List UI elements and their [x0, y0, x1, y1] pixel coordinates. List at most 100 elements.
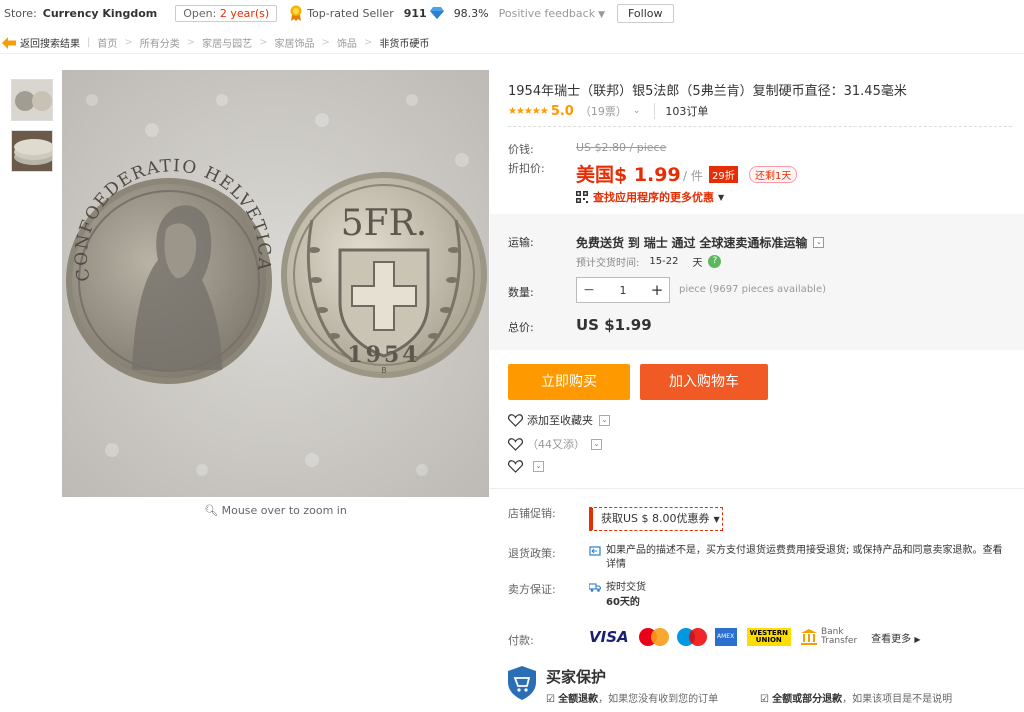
breadcrumb-item-all-categories[interactable]: 所有分类: [140, 35, 180, 50]
western-union-logo-icon: WESTERN UNION: [746, 628, 791, 646]
magnifier-icon: 🔍︎: [204, 504, 219, 517]
days-left-badge: 还剩1天: [749, 166, 798, 183]
right-coin-denomination: 5FR.: [341, 203, 427, 244]
quantity-increase-button[interactable]: +: [645, 281, 669, 299]
available-pieces: piece (9697 pieces available): [679, 284, 826, 295]
bank-transfer-logo-icon: Bank Transfer: [800, 628, 857, 646]
original-price: US $2.80 / piece: [576, 141, 667, 154]
thumbnail-image: [12, 131, 52, 171]
free-shipping-text: 免费送货: [576, 236, 625, 250]
zoom-hint-text: Mouse over to zoom in: [221, 504, 347, 517]
breadcrumb-item-home-decor[interactable]: 家居饰品: [275, 35, 315, 50]
truck-icon: [589, 583, 601, 592]
protection-item2-text: ，如果该项目是不是说明: [842, 694, 953, 705]
store-promo-label: 店铺促销:: [508, 507, 556, 520]
diamond-icon: [429, 7, 444, 19]
view-more-payments-link[interactable]: 查看更多 ▶: [871, 630, 920, 645]
payment-methods: VISA AMEX WESTERN UNION Bank Transfer 查看更多…: [589, 628, 921, 646]
help-icon[interactable]: ?: [708, 255, 722, 268]
quantity-label: 数量:: [508, 286, 534, 299]
positive-feedback-dropdown[interactable]: Positive feedback ▼: [499, 7, 605, 20]
store-name-link[interactable]: Currency Kingdom: [43, 7, 157, 20]
visa-logo-icon: VISA: [589, 628, 629, 646]
protection-item1-text: ，如果您没有收到您的订单: [598, 694, 719, 705]
chevron-down-icon[interactable]: ⌄: [533, 461, 544, 472]
wishlist-count-row[interactable]: （44又添） ⌄: [508, 436, 602, 452]
seller-guarantee-label: 卖方保证:: [508, 583, 556, 596]
right-coin-year: 1954: [347, 342, 420, 368]
store-open-badge: Open: 2 year(s): [175, 4, 278, 22]
wishlist-count: （44又添）: [527, 438, 585, 451]
coupon-label: 获取US $ 8.00优惠券: [601, 512, 710, 525]
chevron-down-icon[interactable]: ⌄: [599, 414, 610, 426]
amex-logo-icon: AMEX: [714, 628, 737, 646]
quantity-decrease-button[interactable]: −: [577, 282, 601, 298]
chevron-down-icon[interactable]: ⌄: [591, 438, 602, 450]
protection-item-full-refund: ☑ 全额退款，如果您没有收到您的订单: [546, 690, 718, 705]
quantity-input[interactable]: 1: [601, 284, 645, 297]
follow-button[interactable]: Follow: [617, 3, 674, 23]
open-years: 2 year(s): [219, 6, 270, 20]
breadcrumb-item-home-garden[interactable]: 家居与园艺: [202, 35, 252, 50]
heart-icon: [508, 413, 523, 427]
breadcrumb-item-home[interactable]: 首页: [97, 35, 117, 50]
rating-row: ★★★★★ 5.0 （19票） ⌄ 103订单: [508, 103, 708, 119]
breadcrumb: 返回搜索结果 | 首页 > 所有分类 > 家居与园艺 > 家居饰品 > 饰品 > 非货币硬…: [0, 32, 1024, 54]
shipping-label: 运输:: [508, 236, 534, 249]
add-to-wishlist[interactable]: 添加至收藏夹 ⌄: [508, 412, 610, 428]
quantity-stepper: − 1 +: [576, 277, 670, 303]
maestro-logo-icon: [676, 628, 707, 646]
discount-price: 美国$ 1.99: [576, 164, 681, 186]
store-label: Store:: [4, 6, 37, 20]
product-main-image[interactable]: CONFOEDERATIO HELVETICA 5FR. 1954 B: [62, 70, 489, 497]
total-price: US $1.99: [576, 316, 652, 334]
thumbnail-image: [12, 80, 52, 120]
app-deals-label: 查找应用程序的更多优惠: [593, 191, 714, 204]
thumbnail-coins-front[interactable]: [11, 79, 53, 121]
divider: [508, 126, 1012, 127]
wishlist-extra-row[interactable]: ⌄: [508, 460, 544, 473]
app-deals-dropdown[interactable]: 查找应用程序的更多优惠 ▼: [576, 189, 724, 205]
view-more-label: 查看更多: [871, 633, 912, 645]
coin-photo: CONFOEDERATIO HELVETICA 5FR. 1954 B: [62, 70, 489, 497]
thumbnail-coins-stack[interactable]: [11, 130, 53, 172]
price-label: 价钱:: [508, 143, 534, 156]
chevron-down-icon: ▼: [598, 9, 605, 20]
add-to-cart-button[interactable]: 加入购物车: [640, 364, 768, 400]
divider: [490, 488, 1024, 489]
breadcrumb-current: 非货币硬币: [379, 39, 430, 50]
seller-guarantee: 按时交货 60天的: [589, 580, 646, 610]
heart-plus-icon: [508, 437, 523, 451]
bank-icon: [800, 629, 817, 645]
chevron-down-icon[interactable]: ⌄: [813, 237, 825, 248]
return-policy: 如果产品的描述不是，买方支付退货运费费用接受退货; 或保持产品和同意卖家退款。查…: [589, 544, 1009, 572]
payment-label: 付款:: [508, 634, 534, 647]
add-wishlist-label: 添加至收藏夹: [527, 414, 593, 427]
per-piece-unit: / 件: [683, 169, 703, 183]
breadcrumb-item-ornaments[interactable]: 饰品: [337, 35, 357, 50]
discount-price-label: 折扣价:: [508, 162, 545, 175]
rating-score: 5.0: [550, 103, 574, 119]
return-policy-text[interactable]: 如果产品的描述不是，买方支付退货运费费用接受退货; 或保持产品和同意卖家退款。查…: [606, 544, 1009, 572]
back-to-search-link[interactable]: 返回搜索结果: [2, 35, 80, 50]
get-coupon-button[interactable]: 获取US $ 8.00优惠券 ▼: [589, 507, 723, 531]
caret-down-icon: ▼: [718, 192, 725, 202]
delivery-estimate: 预计交货时间: 15-22 天 ?: [576, 254, 722, 269]
protection-item-partial-refund: ☑ 全额或部分退款，如果该项目是不是说明: [760, 690, 952, 705]
total-label: 总价:: [508, 321, 534, 334]
heart-plus-icon: [508, 460, 523, 473]
eta-label: 预计交货时间:: [576, 258, 640, 269]
shipping-to-text: 到: [627, 236, 640, 250]
shipping-selector[interactable]: 免费送货 到 瑞士 通过 全球速卖通标准运输 ⌄: [576, 234, 825, 251]
back-label: 返回搜索结果: [20, 39, 80, 50]
buyer-protection-title: 买家保护: [546, 668, 607, 686]
caret-down-icon: ▼: [713, 515, 720, 524]
store-bar: Store: Currency Kingdom Open: 2 year(s) …: [0, 0, 1024, 26]
chevron-down-icon[interactable]: ⌄: [633, 106, 641, 116]
rating-count-link[interactable]: （19票）: [580, 103, 627, 119]
thumbnail-list: [11, 79, 53, 181]
buy-now-button[interactable]: 立即购买: [508, 364, 630, 400]
product-title: 1954年瑞士（联邦）银5法郎（5弗兰肯）复制硬币直径：31.45毫米: [508, 84, 907, 99]
star-rating-icon: ★★★★★: [508, 105, 549, 117]
top-rated-label: Top-rated Seller: [307, 6, 394, 20]
